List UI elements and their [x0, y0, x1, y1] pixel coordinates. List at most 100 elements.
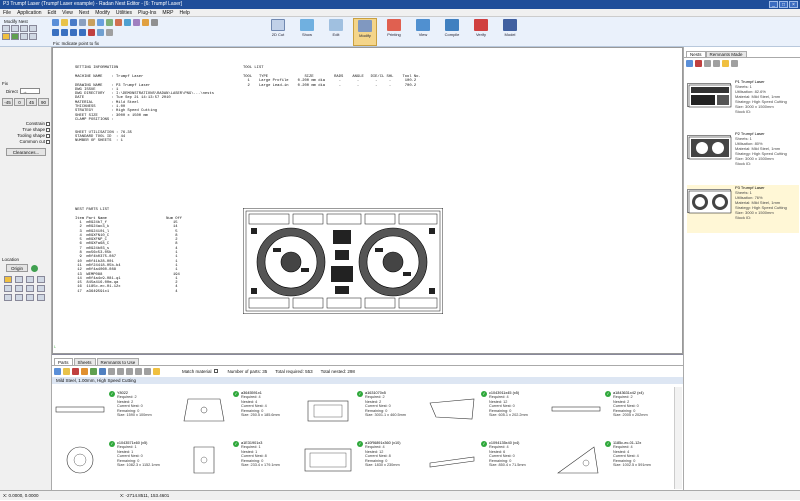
minimize-icon[interactable]: _: [769, 1, 778, 8]
ribbon-view[interactable]: View: [411, 18, 435, 46]
nest-item-p3[interactable]: P3 Trumpf Laser Sheets: 1 Utilisation: 76%…: [687, 185, 799, 233]
origin-button[interactable]: Origin: [6, 264, 28, 272]
align-icon[interactable]: [29, 33, 37, 40]
stop-icon[interactable]: [88, 29, 95, 36]
list-view-icon[interactable]: [704, 60, 711, 67]
detail-view-icon[interactable]: [713, 60, 720, 67]
add-nest-icon[interactable]: [686, 60, 693, 67]
rotate-icon[interactable]: [20, 25, 28, 32]
part-card[interactable]: ✓ 1185c-ec-01-12x Required: 4 Nested: 4 Curr…: [550, 439, 668, 481]
zoom-icon[interactable]: [133, 19, 140, 26]
snap-icon[interactable]: [37, 276, 45, 283]
view-details-icon[interactable]: [117, 367, 124, 375]
text-icon[interactable]: [142, 19, 149, 26]
tab-parts[interactable]: Parts: [54, 358, 73, 365]
move-icon[interactable]: [11, 25, 19, 32]
ribbon-2d-cut[interactable]: 2D Cut: [266, 18, 290, 46]
menu-plugins[interactable]: Plug-Ins: [138, 9, 156, 16]
angle-90-button[interactable]: 90: [38, 98, 49, 106]
corner-tr-icon[interactable]: [15, 276, 23, 283]
save-icon[interactable]: [70, 19, 77, 26]
copy-icon[interactable]: [97, 19, 104, 26]
menu-help[interactable]: Help: [180, 9, 190, 16]
print-icon[interactable]: [79, 19, 86, 26]
angle-0-button[interactable]: 0: [14, 98, 25, 106]
maximize-icon[interactable]: □: [779, 1, 788, 8]
settings-icon[interactable]: [106, 29, 113, 36]
menu-nest[interactable]: Nest: [79, 9, 89, 16]
view-thumbs-icon[interactable]: [153, 367, 160, 375]
tab-remnants-made[interactable]: Remnants Made: [705, 51, 747, 57]
center-icon[interactable]: [26, 285, 34, 292]
delete-part-icon[interactable]: [20, 33, 28, 40]
tab-sheets[interactable]: Sheets: [73, 358, 96, 365]
part-card[interactable]: ✓ Y8022 Required: 2 Nested: 2 Current Nest: …: [54, 389, 172, 431]
nest-item-p2[interactable]: P2 Trumpf Laser Sheets: 1 Utilisation: 80%…: [687, 131, 799, 179]
common-cut-checkbox[interactable]: Common cut: [0, 139, 52, 145]
redo-icon[interactable]: [124, 19, 131, 26]
angle-minus45-button[interactable]: -45: [2, 98, 13, 106]
edit-part-icon[interactable]: [81, 367, 88, 375]
prev-icon[interactable]: [61, 29, 68, 36]
mirror-icon[interactable]: [29, 25, 37, 32]
copy-part-icon[interactable]: [11, 33, 19, 40]
select-icon[interactable]: [2, 25, 10, 32]
delete-nest-icon[interactable]: [695, 60, 702, 67]
nest-item-p1[interactable]: P1 Trumpf Laser Sheets: 1 Utilisation: 82.…: [687, 79, 799, 127]
menu-view[interactable]: View: [62, 9, 73, 16]
cut-icon[interactable]: [88, 19, 95, 26]
export-icon[interactable]: [99, 367, 106, 375]
part-card[interactable]: ✓ a3645591x1 Required: 4 Nested: 4 Current N…: [178, 389, 296, 431]
first-icon[interactable]: [52, 29, 59, 36]
part-card[interactable]: ✓ a1631070x5 Required: 2 Nested: 2 Current N…: [302, 389, 420, 431]
open-icon[interactable]: [61, 19, 68, 26]
view-medium-icon[interactable]: [135, 367, 142, 375]
close-icon[interactable]: ×: [789, 1, 798, 8]
ribbon-modify[interactable]: Modify: [353, 18, 377, 46]
angle-45-button[interactable]: 45: [26, 98, 37, 106]
fix-icon[interactable]: [2, 33, 10, 40]
part-card[interactable]: ✓ c1043911x45 (x5) Required: 4 Nested: 12 Cu…: [426, 389, 544, 431]
menu-edit[interactable]: Edit: [48, 9, 57, 16]
angle-icon[interactable]: [15, 294, 23, 301]
view-large-icon[interactable]: [144, 367, 151, 375]
paste-icon[interactable]: [106, 19, 113, 26]
edge-icon[interactable]: [37, 285, 45, 292]
import-icon[interactable]: [90, 367, 97, 375]
line-icon[interactable]: [4, 294, 12, 301]
sort-icon[interactable]: [731, 60, 738, 67]
part-card[interactable]: ✓ a10R6891x360 (x10) Required: 4 Nested: 12…: [302, 439, 420, 481]
direct-select[interactable]: →: [19, 88, 40, 94]
part-card[interactable]: ✓ a1E31901x3 Required: 1 Nested: 1 Current N…: [178, 439, 296, 481]
remove-part-icon[interactable]: [72, 367, 79, 375]
origin-icon[interactable]: [31, 264, 38, 272]
drawing-canvas[interactable]: SETTING INFORMATION MACHINE NAME : Trump…: [52, 47, 683, 354]
menu-application[interactable]: Application: [17, 9, 41, 16]
dimension-icon[interactable]: [37, 294, 45, 301]
clearances-button[interactable]: Clearances...: [6, 148, 46, 156]
open-part-icon[interactable]: [63, 367, 70, 375]
last-icon[interactable]: [79, 29, 86, 36]
corner-tl-icon[interactable]: [4, 276, 12, 283]
arrow-icon[interactable]: [151, 19, 158, 26]
part-card[interactable]: ✓ c1094135x40 (x4) Required: 4 Nested: 6 Cur…: [426, 439, 544, 481]
part-card[interactable]: ✓ c1043571x60 (x5) Required: 1 Nested: 1 Cur…: [54, 439, 172, 481]
ribbon-model[interactable]: Model: [498, 18, 522, 46]
grid-icon[interactable]: [26, 276, 34, 283]
ribbon-show[interactable]: Show: [295, 18, 319, 46]
ribbon-printing[interactable]: Printing: [382, 18, 406, 46]
next-icon[interactable]: [70, 29, 77, 36]
ribbon-verify[interactable]: Verify: [469, 18, 493, 46]
menu-file[interactable]: File: [3, 9, 11, 16]
part-card[interactable]: ✓ a1843631x42 (x4) Required: 2 Nested: 2 Cur…: [550, 389, 668, 431]
menu-mrp[interactable]: MRP: [162, 9, 173, 16]
menu-utilities[interactable]: Utilities: [116, 9, 132, 16]
parts-scrollbar[interactable]: [674, 387, 682, 489]
view-small-icon[interactable]: [126, 367, 133, 375]
thumb-view-icon[interactable]: [722, 60, 729, 67]
corner-br-icon[interactable]: [15, 285, 23, 292]
undo-icon[interactable]: [115, 19, 122, 26]
new-icon[interactable]: [52, 19, 59, 26]
ribbon-compile[interactable]: Compile: [440, 18, 464, 46]
tab-nests[interactable]: Nests: [686, 51, 706, 57]
